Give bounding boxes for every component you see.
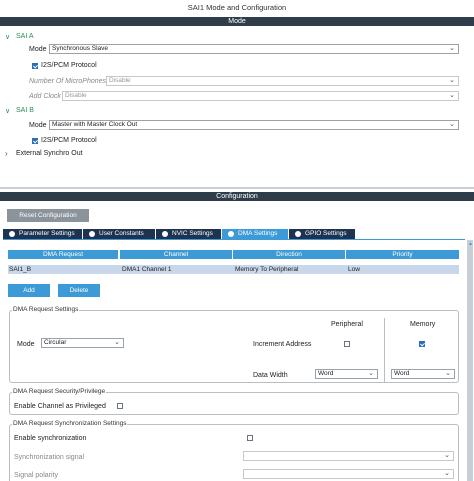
dma-security-title: DMA Request Security/Privilege	[12, 388, 107, 395]
sai-a-protocol-checkbox[interactable]	[32, 63, 38, 69]
tab-underline	[3, 239, 465, 240]
sai-a-addclock-label: Add Clock	[29, 93, 61, 100]
dma-cell-direction: Memory To Peripheral	[235, 266, 299, 273]
delete-button[interactable]: Delete	[58, 284, 100, 297]
dma-mode-select[interactable]: Circular ⌄	[41, 338, 124, 348]
dma-sync-title: DMA Request Synchronization Settings	[12, 420, 128, 427]
table-row[interactable]: SAI1_B DMA1 Channel 1 Memory To Peripher…	[8, 265, 459, 274]
dma-header-priority: Priority	[346, 250, 459, 259]
privileged-label: Enable Channel as Privileged	[14, 403, 106, 410]
sai-b-label[interactable]: SAI B	[16, 107, 34, 114]
dma-cell-channel: DMA1 Channel 1	[122, 266, 172, 273]
chevron-down-icon: ⌄	[444, 452, 450, 459]
status-dot-icon	[295, 231, 301, 237]
sai-b-collapse-icon[interactable]: ∨	[5, 107, 10, 115]
memory-increment-checkbox[interactable]	[419, 341, 425, 347]
memory-width-select[interactable]: Word ⌄	[391, 369, 455, 379]
peripheral-header: Peripheral	[331, 321, 363, 328]
status-dot-icon	[162, 231, 168, 237]
memory-width-value: Word	[394, 370, 410, 377]
enable-sync-label: Enable synchronization	[14, 435, 87, 442]
panel-splitter[interactable]	[0, 187, 474, 189]
sai-a-mic-label: Number Of MicroPhones	[29, 78, 107, 85]
sai-b-mode-select[interactable]: Master with Master Clock Out ⌄	[49, 120, 459, 130]
status-dot-icon	[9, 231, 15, 237]
external-synchro-label[interactable]: External Synchro Out	[16, 150, 83, 157]
chevron-down-icon: ⌄	[449, 121, 455, 128]
chevron-down-icon: ⌄	[368, 370, 374, 377]
enable-sync-checkbox[interactable]	[247, 435, 253, 441]
sai-b-protocol-checkbox[interactable]	[32, 138, 38, 144]
sai-a-addclock-value: Disable	[65, 92, 87, 99]
chevron-down-icon: ⌄	[449, 45, 455, 52]
peripheral-width-select[interactable]: Word ⌄	[315, 369, 378, 379]
dma-header-request: DMA Request	[8, 250, 118, 259]
tab-label: GPIO Settings	[305, 230, 347, 237]
tab-user-constants[interactable]: User Constants	[83, 229, 156, 239]
dma-cell-priority: Low	[348, 266, 360, 273]
sai-a-mode-value: Synchronous Slave	[52, 45, 109, 52]
sai-b-mode-value: Master with Master Clock Out	[52, 121, 138, 128]
tab-dma-settings[interactable]: DMA Settings	[222, 229, 289, 239]
sync-signal-select[interactable]: ⌄	[243, 451, 454, 461]
tab-label: User Constants	[99, 230, 144, 237]
status-dot-icon	[228, 231, 234, 237]
sai-a-addclock-select[interactable]: Disable ⌄	[62, 91, 459, 101]
sai-a-protocol-label: I2S/PCM Protocol	[41, 62, 97, 69]
chevron-down-icon: ⌄	[449, 92, 455, 99]
tab-label: DMA Settings	[238, 230, 278, 237]
dma-cell-request: SAI1_B	[9, 266, 32, 273]
peripheral-increment-checkbox[interactable]	[344, 341, 350, 347]
tab-gpio-settings[interactable]: GPIO Settings	[289, 229, 356, 239]
sai-a-mic-value: Disable	[109, 77, 131, 84]
tab-label: NVIC Settings	[172, 230, 213, 237]
add-button[interactable]: Add	[8, 284, 50, 297]
sai-a-mode-label: Mode	[29, 46, 47, 53]
dma-request-settings-title: DMA Request Settings	[12, 306, 80, 313]
reset-configuration-button[interactable]: Reset Configuration	[7, 209, 89, 222]
increment-address-label: Increment Address	[253, 341, 312, 348]
privileged-checkbox[interactable]	[117, 403, 123, 409]
dma-mode-value: Circular	[44, 339, 67, 346]
sync-signal-label: Synchronization signal	[14, 454, 85, 461]
status-dot-icon	[89, 231, 95, 237]
chevron-down-icon: ⌄	[449, 77, 455, 84]
chevron-down-icon: ⌄	[444, 470, 450, 477]
sai-b-protocol-label: I2S/PCM Protocol	[41, 137, 97, 144]
memory-header: Memory	[410, 321, 436, 328]
configuration-section-bar: Configuration	[0, 192, 474, 201]
column-divider	[384, 318, 385, 382]
tab-nvic-settings[interactable]: NVIC Settings	[156, 229, 222, 239]
dma-header-direction: Direction	[233, 250, 345, 259]
mode-section-bar: Mode	[0, 17, 474, 26]
window-title: SAI1 Mode and Configuration	[187, 3, 287, 12]
dma-mode-label: Mode	[17, 341, 35, 348]
sai-a-label[interactable]: SAI A	[16, 33, 34, 40]
vertical-scrollbar[interactable]	[467, 240, 473, 481]
signal-polarity-label: Signal polarity	[14, 472, 58, 479]
sai-a-mode-select[interactable]: Synchronous Slave ⌄	[49, 44, 459, 54]
chevron-down-icon: ⌄	[445, 370, 451, 377]
data-width-label: Data Width	[253, 372, 288, 379]
external-synchro-expand-icon[interactable]: ›	[5, 149, 8, 158]
sai-b-mode-label: Mode	[29, 122, 47, 129]
sai-a-collapse-icon[interactable]: ∨	[5, 33, 10, 41]
peripheral-width-value: Word	[318, 370, 334, 377]
scroll-up-icon[interactable]: ▲	[468, 241, 473, 247]
tab-label: Parameter Settings	[19, 230, 75, 237]
chevron-down-icon: ⌄	[114, 339, 120, 346]
dma-header-channel: Channel	[120, 250, 232, 259]
sai-a-mic-select[interactable]: Disable ⌄	[106, 76, 459, 86]
tab-parameter-settings[interactable]: Parameter Settings	[3, 229, 83, 239]
signal-polarity-select[interactable]: ⌄	[243, 469, 454, 479]
